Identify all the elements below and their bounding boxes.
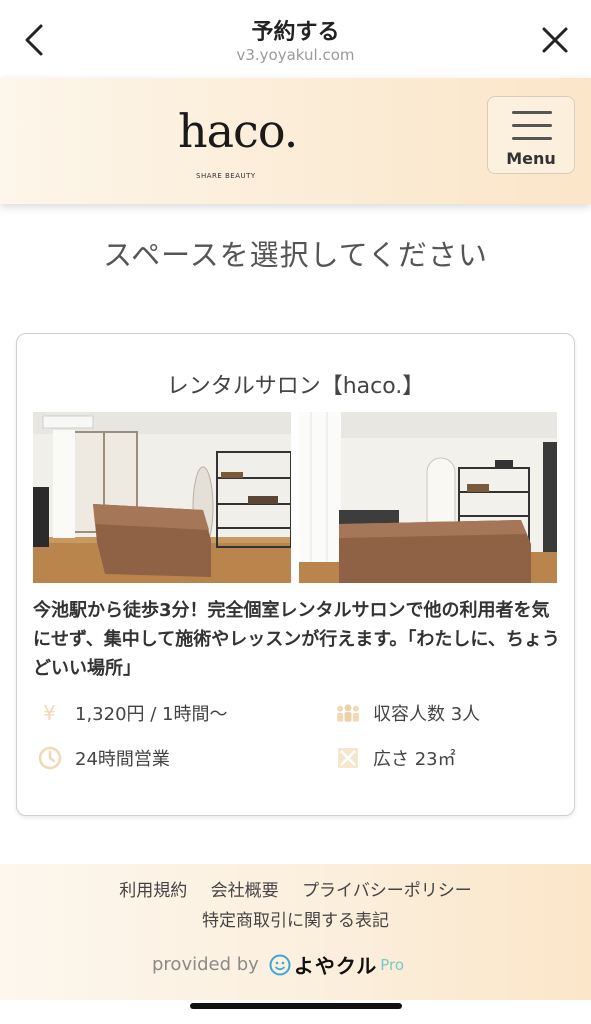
salon-photo-2: [299, 412, 557, 583]
brand-pro: Pro: [380, 955, 405, 974]
svg-text:¥: ¥: [43, 702, 56, 724]
site-header: haco. SHARE BEAUTY Menu: [0, 78, 591, 204]
section-heading: スペースを選択してください: [103, 238, 488, 272]
space-card[interactable]: レンタルサロン【haco.】 今池駅から徒歩3分！完全個室レンタルサロンで他の利…: [16, 333, 575, 816]
salon-photo-1: [33, 412, 291, 583]
yen-icon: ¥: [37, 700, 63, 726]
hours-info: 24時間営業: [37, 745, 170, 771]
menu-label: Menu: [506, 149, 556, 168]
browser-top-bar: 予約する v3.yoyakul.com: [0, 0, 591, 78]
menu-button[interactable]: Menu: [487, 96, 575, 174]
card-title: レンタルサロン【haco.】: [166, 374, 425, 399]
page-title: 予約する: [251, 20, 340, 45]
provided-by-text: provided by: [152, 954, 259, 975]
area-info: 広さ 23㎡: [335, 745, 456, 771]
logo-text: haco.: [178, 104, 298, 158]
close-icon: [542, 27, 568, 53]
haco-logo[interactable]: haco. SHARE BEAUTY: [178, 98, 298, 188]
hours-text: 24時間営業: [75, 749, 170, 770]
hamburger-icon: [512, 111, 552, 141]
company-link[interactable]: 会社概要: [211, 881, 279, 901]
tokushoho-link[interactable]: 特定商取引に関する表記: [0, 906, 591, 931]
expand-arrows-icon: [335, 745, 361, 771]
capacity-info: 収容人数 3人: [335, 700, 480, 726]
provided-by[interactable]: provided by よやクル Pro: [152, 950, 404, 979]
logo-subtitle: SHARE BEAUTY: [196, 172, 256, 180]
card-description: 今池駅から徒歩3分！完全個室レンタルサロンで他の利用者を気にせず、集中して施術や…: [33, 600, 560, 679]
capacity-text: 収容人数 3人: [373, 704, 481, 725]
home-indicator[interactable]: [190, 1003, 402, 1009]
smile-logo-icon: [269, 954, 291, 975]
page-url: v3.yoyakul.com: [236, 46, 355, 64]
price-info: ¥ 1,320円 / 1時間〜: [37, 700, 228, 726]
clock-icon: [37, 745, 63, 771]
footer-links: 利用規約 会社概要 プライバシーポリシー: [0, 876, 591, 901]
brand-name: よやクル: [293, 954, 378, 978]
price-text: 1,320円 / 1時間〜: [75, 704, 228, 725]
site-footer: 利用規約 会社概要 プライバシーポリシー 特定商取引に関する表記 provide…: [0, 864, 591, 1000]
area-text: 広さ 23㎡: [373, 749, 456, 770]
terms-link[interactable]: 利用規約: [119, 881, 187, 901]
people-icon: [335, 700, 361, 726]
privacy-link[interactable]: プライバシーポリシー: [302, 881, 472, 901]
close-button[interactable]: [535, 20, 575, 60]
